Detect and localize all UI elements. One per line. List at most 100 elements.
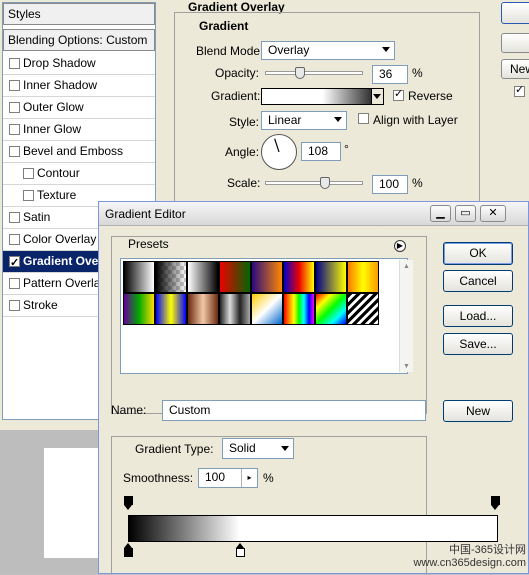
preview-checkbox[interactable]	[514, 83, 525, 97]
styles-header[interactable]: Styles	[3, 3, 155, 25]
gradient-bar[interactable]	[128, 515, 498, 542]
maximize-icon[interactable]: ▭	[455, 205, 476, 222]
color-stop-right[interactable]	[236, 543, 245, 558]
cancel-button[interactable]: Cancel	[443, 270, 513, 292]
layer-style-ok-button[interactable]	[501, 2, 529, 24]
layer-style-cancel-button[interactable]	[501, 33, 529, 53]
presets-menu-arrow-icon[interactable]: ▶	[394, 240, 406, 252]
style-item-outer-glow[interactable]: Outer Glow	[3, 97, 155, 119]
style-checkbox[interactable]	[9, 124, 20, 135]
angle-dial[interactable]	[261, 134, 297, 170]
blend-mode-select[interactable]: Overlay	[261, 41, 395, 60]
opacity-field[interactable]: 36	[372, 65, 408, 84]
preset-swatch[interactable]	[347, 261, 379, 293]
preset-swatch[interactable]	[219, 293, 251, 325]
align-with-layer-label: Align with Layer	[373, 113, 458, 127]
style-checkbox[interactable]	[9, 102, 20, 113]
chevron-down-icon	[334, 117, 342, 122]
style-checkbox[interactable]	[9, 300, 20, 311]
preset-swatch[interactable]	[123, 261, 155, 293]
style-item-label: Bevel and Emboss	[23, 144, 124, 158]
style-item-label: Inner Glow	[23, 122, 82, 136]
style-item-label: Drop Shadow	[23, 56, 96, 70]
scroll-up-icon[interactable]: ▲	[403, 263, 410, 270]
opacity-label: Opacity:	[215, 66, 260, 80]
style-checkbox[interactable]	[23, 168, 34, 179]
style-item-label: Stroke	[23, 298, 58, 312]
name-input[interactable]: Custom	[162, 400, 426, 421]
ok-button[interactable]: OK	[443, 242, 513, 265]
gradient-editor-window: Gradient Editor ▁ ▭ ✕ Presets ▶ ▲ ▼ OK C…	[98, 201, 529, 575]
reverse-checkbox[interactable]	[393, 87, 404, 101]
style-item-drop-shadow[interactable]: Drop Shadow	[3, 53, 155, 75]
gradient-preview[interactable]	[261, 88, 384, 105]
preset-swatch[interactable]	[155, 293, 187, 325]
opacity-stop-right[interactable]	[491, 496, 500, 511]
preset-swatch[interactable]	[123, 293, 155, 325]
opacity-slider-thumb[interactable]	[295, 67, 306, 79]
style-label: Style:	[229, 115, 260, 129]
name-label: Name:	[111, 403, 147, 417]
preset-swatch[interactable]	[251, 293, 283, 325]
new-button[interactable]: New	[443, 400, 513, 422]
scale-slider-thumb[interactable]	[320, 177, 330, 189]
style-item-inner-shadow[interactable]: Inner Shadow	[3, 75, 155, 97]
preset-swatch[interactable]	[283, 293, 315, 325]
scale-unit: %	[412, 176, 423, 190]
angle-label: Angle:	[225, 145, 260, 159]
watermark: 中国-365设计网 www.cn365design.com	[413, 544, 526, 570]
scale-slider[interactable]	[265, 181, 363, 185]
close-icon[interactable]: ✕	[480, 205, 506, 222]
smoothness-value: 100	[205, 470, 226, 484]
load-button[interactable]: Load...	[443, 305, 513, 327]
smoothness-arrow-icon[interactable]: ▸	[241, 469, 257, 487]
style-checkbox[interactable]	[9, 58, 20, 69]
style-item-bevel-and-emboss[interactable]: Bevel and Emboss	[3, 141, 155, 163]
style-item-label: Texture	[37, 188, 77, 202]
gradient-label: Gradient:	[211, 89, 261, 103]
chevron-down-icon	[281, 446, 289, 451]
style-checkbox[interactable]	[9, 80, 20, 91]
smoothness-field[interactable]: 100 ▸	[198, 468, 258, 488]
opacity-stop-left[interactable]	[124, 496, 133, 511]
style-checkbox[interactable]	[9, 212, 20, 223]
presets-swatch-area	[120, 258, 408, 374]
style-checkbox[interactable]	[9, 253, 20, 274]
chevron-down-icon	[373, 94, 381, 99]
gradient-dropdown-button[interactable]	[371, 88, 384, 105]
preset-swatch[interactable]	[251, 261, 283, 293]
opacity-slider[interactable]	[265, 71, 363, 75]
gradient-editor-titlebar[interactable]: Gradient Editor ▁ ▭ ✕	[99, 202, 528, 226]
style-item-contour[interactable]: Contour	[3, 163, 155, 185]
presets-scrollbar[interactable]: ▲ ▼	[399, 260, 413, 372]
scroll-down-icon[interactable]: ▼	[403, 363, 410, 370]
watermark-line2: www.cn365design.com	[413, 557, 526, 569]
preset-swatch[interactable]	[283, 261, 315, 293]
style-checkbox[interactable]	[9, 278, 20, 289]
style-checkbox[interactable]	[9, 146, 20, 157]
align-with-layer-checkbox[interactable]	[358, 113, 369, 124]
style-checkbox[interactable]	[9, 234, 20, 245]
new-style-button[interactable]: New	[501, 59, 529, 79]
scale-field[interactable]: 100	[372, 175, 408, 194]
presets-label: Presets	[128, 237, 169, 251]
save-button[interactable]: Save...	[443, 333, 513, 355]
blend-mode-value: Overlay	[268, 43, 310, 57]
preset-swatch[interactable]	[219, 261, 251, 293]
preset-swatch[interactable]	[187, 293, 219, 325]
gradient-type-select[interactable]: Solid	[222, 438, 294, 459]
preset-swatch[interactable]	[187, 261, 219, 293]
preset-swatch[interactable]	[315, 261, 347, 293]
color-stop-left[interactable]	[124, 543, 133, 558]
angle-field[interactable]: 108	[301, 142, 341, 161]
minimize-icon[interactable]: ▁	[430, 205, 451, 222]
preset-swatch[interactable]	[315, 293, 347, 325]
style-item-inner-glow[interactable]: Inner Glow	[3, 119, 155, 141]
smoothness-unit: %	[263, 471, 274, 485]
style-checkbox[interactable]	[23, 190, 34, 201]
preset-swatch[interactable]	[347, 293, 379, 325]
preset-swatch[interactable]	[155, 261, 187, 293]
style-select[interactable]: Linear	[261, 111, 347, 130]
blending-options-item[interactable]: Blending Options: Custom	[3, 29, 155, 51]
gradient-editor-title: Gradient Editor	[105, 207, 186, 221]
